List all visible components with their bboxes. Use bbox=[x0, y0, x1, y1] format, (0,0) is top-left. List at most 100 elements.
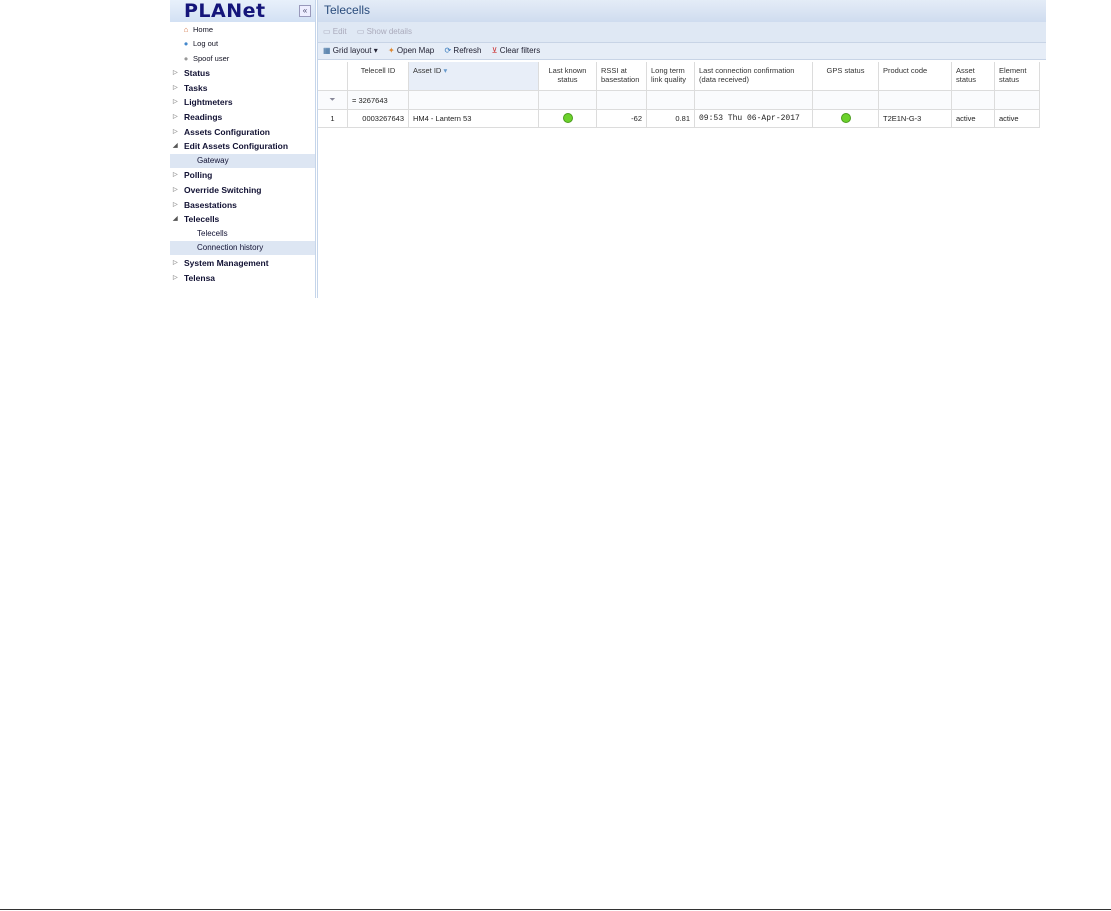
user-icon: ● bbox=[183, 39, 189, 48]
sidebar-item-polling[interactable]: ▷ Polling bbox=[170, 168, 315, 182]
link-quality-cell: 0.81 bbox=[646, 109, 695, 128]
sidebar-item-assets-configuration[interactable]: ▷ Assets Configuration bbox=[170, 125, 315, 139]
column-header[interactable]: GPS status bbox=[812, 62, 879, 91]
filter-row: ⏷ = 3267643 bbox=[318, 90, 1040, 110]
column-header-sorted[interactable]: Asset ID ▾ bbox=[408, 62, 539, 91]
filter-cell[interactable] bbox=[994, 90, 1040, 110]
rownum-header bbox=[318, 62, 348, 91]
telecell-id-filter[interactable]: = 3267643 bbox=[347, 90, 409, 110]
edit-label: Edit bbox=[332, 27, 347, 36]
table-row[interactable]: 1 0003267643 HM4 - Lantern 53 -62 0.81 0… bbox=[318, 109, 1040, 128]
page-title: Telecells bbox=[318, 0, 1046, 22]
sidebar-item-telecells[interactable]: ◢ Telecells bbox=[170, 212, 315, 226]
status-green-icon bbox=[562, 112, 573, 123]
last-connection-cell: 09:53 Thu 06-Apr-2017 bbox=[694, 109, 813, 128]
home-link[interactable]: ⌂ Home bbox=[170, 23, 315, 37]
sidebar-item-override-switching[interactable]: ▷ Override Switching bbox=[170, 183, 315, 197]
filter-cell[interactable] bbox=[538, 90, 597, 110]
sidebar-item-status[interactable]: ▷ Status bbox=[170, 66, 315, 80]
gps-status-cell bbox=[812, 109, 879, 128]
item-label: Status bbox=[184, 68, 210, 78]
column-header[interactable]: Product code bbox=[878, 62, 952, 91]
item-label: Polling bbox=[184, 170, 213, 180]
asset-status-cell: active bbox=[951, 109, 995, 128]
sidebar-item-telecells-sub[interactable]: Telecells bbox=[170, 227, 315, 241]
expand-arrow-icon: ▷ bbox=[173, 187, 178, 193]
logo-bar: PLANet « bbox=[170, 0, 315, 22]
item-label: Readings bbox=[184, 112, 223, 122]
expand-arrow-icon: ▷ bbox=[173, 275, 178, 281]
show-details-button[interactable]: ▭ Show details bbox=[357, 22, 412, 42]
item-label: System Management bbox=[184, 258, 269, 268]
clear-filter-icon: ⊻ bbox=[491, 46, 500, 55]
filter-cell[interactable] bbox=[408, 90, 539, 110]
expand-arrow-icon: ▷ bbox=[173, 114, 178, 120]
logout-label: Log out bbox=[193, 39, 219, 48]
expand-arrow-icon: ▷ bbox=[173, 202, 178, 208]
column-header[interactable]: Asset status bbox=[951, 62, 995, 91]
toolbar-grid: ▦ Grid layout ▾ ✦ Open Map ⟳ Refresh ⊻ C… bbox=[318, 43, 1046, 60]
item-label: Edit Assets Configuration bbox=[184, 141, 289, 151]
sidebar-item-basestations[interactable]: ▷ Basestations bbox=[170, 198, 315, 212]
column-header[interactable]: Last connection confirmation (data recei… bbox=[694, 62, 813, 91]
user-icon: ● bbox=[183, 54, 189, 63]
header-row: Telecell ID Asset ID ▾ Last known status… bbox=[318, 62, 1040, 91]
edit-icon: ▭ bbox=[323, 27, 333, 36]
filter-cell[interactable] bbox=[646, 90, 695, 110]
refresh-button[interactable]: ⟳ Refresh bbox=[444, 43, 481, 59]
map-icon: ✦ bbox=[387, 46, 397, 55]
logo: PLANet bbox=[184, 0, 266, 22]
column-header[interactable]: Element status bbox=[994, 62, 1040, 91]
column-label: Asset ID bbox=[413, 66, 442, 75]
sidebar-item-connection-history[interactable]: Connection history bbox=[170, 241, 315, 255]
product-code-cell: T2E1N-G-3 bbox=[878, 109, 952, 128]
show-details-label: Show details bbox=[366, 27, 412, 36]
refresh-label: Refresh bbox=[453, 46, 482, 55]
item-label: Tasks bbox=[184, 83, 208, 93]
details-icon: ▭ bbox=[356, 27, 367, 36]
column-header[interactable]: Telecell ID bbox=[347, 62, 409, 91]
filter-cell[interactable] bbox=[951, 90, 995, 110]
sidebar: PLANet « ⌂ Home ● Log out ● Spoof user ▷ Sta… bbox=[170, 0, 316, 298]
sidebar-item-gateway[interactable]: Gateway bbox=[170, 154, 315, 168]
filter-cell[interactable] bbox=[694, 90, 813, 110]
column-header[interactable]: Long term link quality bbox=[646, 62, 695, 91]
filter-cell[interactable] bbox=[596, 90, 647, 110]
sidebar-item-tasks[interactable]: ▷ Tasks bbox=[170, 81, 315, 95]
item-label: Override Switching bbox=[184, 185, 262, 195]
open-map-label: Open Map bbox=[396, 46, 435, 55]
collapse-arrow-icon: ◢ bbox=[173, 143, 178, 149]
column-header[interactable]: RSSI at basestation bbox=[596, 62, 647, 91]
toolbar-actions: ▭ Edit ▭ Show details bbox=[318, 22, 1046, 43]
sidebar-item-telensa[interactable]: ▷ Telensa bbox=[170, 271, 315, 285]
grid-layout-button[interactable]: ▦ Grid layout ▾ bbox=[323, 43, 378, 59]
sidebar-item-system-management[interactable]: ▷ System Management bbox=[170, 256, 315, 270]
expand-arrow-icon: ▷ bbox=[173, 172, 178, 178]
telecells-grid: Telecell ID Asset ID ▾ Last known status… bbox=[318, 62, 1040, 128]
last-known-status-cell bbox=[538, 109, 597, 128]
row-number: 1 bbox=[318, 109, 348, 128]
item-label: Basestations bbox=[184, 200, 237, 210]
expand-arrow-icon: ▷ bbox=[173, 99, 178, 105]
edit-button[interactable]: ▭ Edit bbox=[323, 22, 347, 42]
sidebar-item-edit-assets-configuration[interactable]: ◢ Edit Assets Configuration bbox=[170, 139, 315, 153]
rssi-cell: -62 bbox=[596, 109, 647, 128]
filter-cell[interactable] bbox=[812, 90, 879, 110]
open-map-button[interactable]: ✦ Open Map bbox=[388, 43, 434, 59]
logout-link[interactable]: ● Log out bbox=[170, 37, 315, 51]
spoof-user-link[interactable]: ● Spoof user bbox=[170, 52, 315, 66]
chevron-down-icon: ▾ bbox=[373, 46, 378, 55]
telecell-id-cell: 0003267643 bbox=[347, 109, 409, 128]
clear-filters-button[interactable]: ⊻ Clear filters bbox=[492, 43, 541, 59]
item-label: Telensa bbox=[184, 273, 216, 283]
element-status-cell: active bbox=[994, 109, 1040, 128]
expand-arrow-icon: ▷ bbox=[173, 129, 178, 135]
main-panel: Telecells ▭ Edit ▭ Show details ▦ Grid l… bbox=[317, 0, 1046, 298]
sidebar-item-lightmeters[interactable]: ▷ Lightmeters bbox=[170, 95, 315, 109]
expand-arrow-icon: ▷ bbox=[173, 70, 178, 76]
sidebar-item-readings[interactable]: ▷ Readings bbox=[170, 110, 315, 124]
filter-cell[interactable] bbox=[878, 90, 952, 110]
expand-arrow-icon: ▷ bbox=[173, 85, 178, 91]
column-header[interactable]: Last known status bbox=[538, 62, 597, 91]
collapse-sidebar-button[interactable]: « bbox=[299, 5, 311, 17]
